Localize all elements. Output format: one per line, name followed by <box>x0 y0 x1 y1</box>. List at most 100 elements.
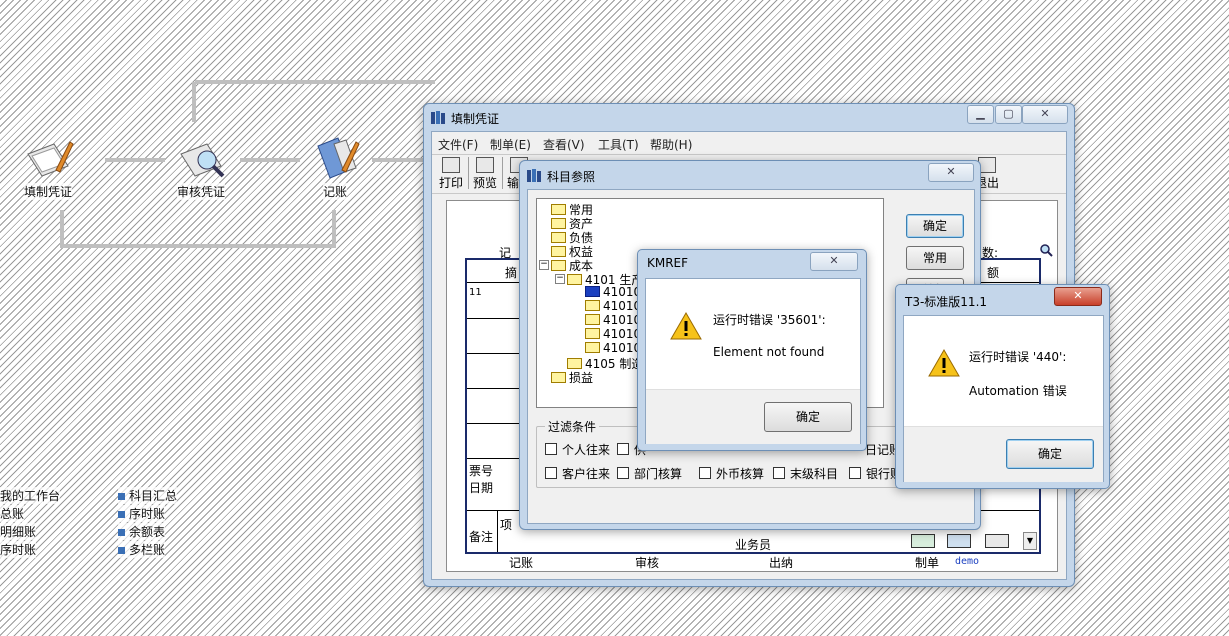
workflow-label[interactable]: 审核凭证 <box>177 183 226 200</box>
bullet-icon <box>118 529 125 536</box>
checkbox[interactable] <box>545 467 557 479</box>
ok-button[interactable]: 确定 <box>1006 439 1094 469</box>
chevron-down-icon[interactable]: ▼ <box>1023 532 1037 550</box>
link-balance-sheet[interactable]: 余额表 <box>118 523 166 540</box>
checkbox[interactable] <box>617 443 629 455</box>
checkbox[interactable] <box>849 467 861 479</box>
link-account-summary[interactable]: 科目汇总 <box>118 487 178 504</box>
audit-voucher-icon[interactable] <box>177 136 227 182</box>
flow-connector <box>192 82 196 122</box>
flow-connector <box>60 210 64 248</box>
grid-line <box>467 388 527 389</box>
checkbox[interactable] <box>773 467 785 479</box>
grid-line <box>467 423 527 424</box>
checkbox[interactable] <box>699 467 711 479</box>
link-journal-2[interactable]: 序时账 <box>118 505 166 522</box>
workflow-label[interactable]: 记账 <box>323 183 348 200</box>
menu-view[interactable]: 查看(V) <box>543 136 585 153</box>
flow-connector <box>332 210 336 248</box>
folder-icon <box>585 328 600 339</box>
item-label: 项 <box>500 518 513 532</box>
dialog-button-band: 确定 <box>646 389 860 444</box>
bullet-icon <box>118 493 125 500</box>
filter-customer[interactable]: 客户往来 <box>545 465 610 482</box>
checkbox-label: 客户往来 <box>562 467 611 481</box>
print-label: 打印 <box>438 176 463 190</box>
checkbox-label: 外币核算 <box>716 467 765 481</box>
grid-line <box>497 510 498 552</box>
footer-cashier-label: 出纳 <box>769 556 794 570</box>
checkbox[interactable] <box>617 467 629 479</box>
search-icon[interactable] <box>1039 243 1053 257</box>
calculator-icon[interactable] <box>911 534 935 548</box>
close-button[interactable]: ✕ <box>1022 105 1068 124</box>
link-label: 余额表 <box>129 525 166 539</box>
tree-node[interactable]: 损益 <box>551 369 593 386</box>
preview-icon <box>476 157 494 173</box>
workflow-label[interactable]: 填制凭证 <box>24 183 73 200</box>
menu-help[interactable]: 帮助(H) <box>650 136 692 153</box>
footer-posting-label: 记账 <box>509 556 534 570</box>
error-line1: 运行时错误 '35601': <box>713 313 826 327</box>
folder-icon <box>551 372 566 383</box>
folder-icon <box>585 342 600 353</box>
filter-personal[interactable]: 个人往来 <box>545 441 610 458</box>
posting-icon[interactable] <box>312 134 362 180</box>
maker-name: demo <box>955 556 980 567</box>
folder-icon <box>551 232 566 243</box>
edit-icon[interactable] <box>985 534 1009 548</box>
folder-icon <box>551 260 566 271</box>
flow-connector <box>105 158 165 162</box>
print-button[interactable]: 打印 <box>436 155 466 191</box>
maximize-button[interactable]: ▢ <box>995 105 1022 124</box>
dialog-title: KMREF <box>647 256 689 270</box>
error-line2: Automation 错误 <box>969 384 1067 398</box>
filter-department[interactable]: 部门核算 <box>617 465 682 482</box>
ok-button[interactable]: 确定 <box>764 402 852 432</box>
kmref-error-dialog: KMREF ✕ 运行时错误 '35601': Element not found… <box>637 249 867 451</box>
menu-bar: 文件(F) 制单(E) 查看(V) 工具(T) 帮助(H) <box>438 136 1058 152</box>
minimize-button[interactable]: ▁ <box>967 105 994 124</box>
collapse-icon[interactable]: − <box>539 260 549 270</box>
preview-label: 预览 <box>472 176 497 190</box>
ticket-no-label: 票号 <box>469 464 494 478</box>
menu-make[interactable]: 制单(E) <box>490 136 531 153</box>
checkbox-label: 末级科目 <box>790 467 839 481</box>
folder-icon <box>585 300 600 311</box>
link-general-ledger[interactable]: 总账 <box>0 505 25 522</box>
salesperson-label: 业务员 <box>735 538 772 552</box>
link-label: 序时账 <box>129 507 166 521</box>
footer-maker-label: 制单 <box>915 556 940 570</box>
link-my-workbench[interactable]: 我的工作台 <box>0 487 61 504</box>
folder-icon <box>551 218 566 229</box>
voucher-entry-icon[interactable] <box>24 136 74 182</box>
flow-connector <box>372 158 424 162</box>
folder-icon <box>585 286 600 297</box>
link-detail-ledger[interactable]: 明细账 <box>0 523 37 540</box>
amount-header: 额 <box>987 266 1000 280</box>
filter-leaf[interactable]: 末级科目 <box>773 465 838 482</box>
collapse-icon[interactable]: − <box>555 274 565 284</box>
menu-file[interactable]: 文件(F) <box>438 136 478 153</box>
preview-button[interactable]: 预览 <box>470 155 500 191</box>
folder-icon <box>567 358 582 369</box>
filter-foreign[interactable]: 外币核算 <box>699 465 764 482</box>
common-button[interactable]: 常用 <box>906 246 964 270</box>
dialog-body: 运行时错误 '35601': Element not found 确定 <box>645 278 861 444</box>
close-button[interactable]: ✕ <box>1054 287 1102 306</box>
row1-summary[interactable]: 11 <box>469 287 482 298</box>
summary-header: 摘 <box>505 266 518 280</box>
close-button[interactable]: ✕ <box>810 252 858 271</box>
link-multi-column[interactable]: 多栏账 <box>118 541 166 558</box>
folder-icon <box>551 204 566 215</box>
checkbox[interactable] <box>545 443 557 455</box>
dialog-body: 运行时错误 '440': Automation 错误 确定 <box>903 315 1104 482</box>
printer-icon <box>442 157 460 173</box>
menu-tools[interactable]: 工具(T) <box>598 136 639 153</box>
link-journal[interactable]: 序时账 <box>0 541 37 558</box>
flow-connector <box>60 244 335 248</box>
close-button[interactable]: ✕ <box>928 163 974 182</box>
ok-button[interactable]: 确定 <box>906 214 964 238</box>
dialog-title: T3-标准版11.1 <box>905 295 988 309</box>
card-icon[interactable] <box>947 534 971 548</box>
